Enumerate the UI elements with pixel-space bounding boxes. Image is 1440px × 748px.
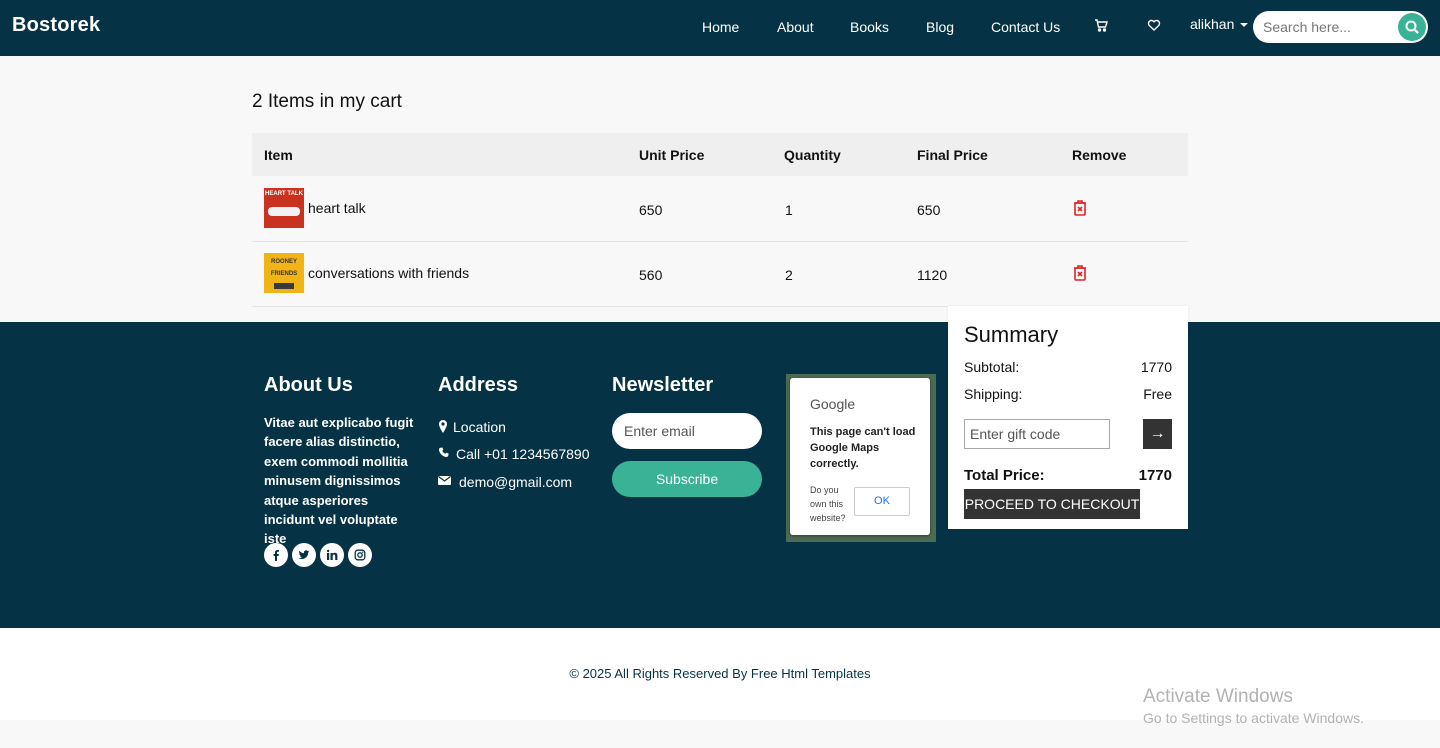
item-name[interactable]: heart talk (308, 200, 366, 216)
user-menu[interactable]: alikhan (1190, 16, 1249, 32)
copyright-text: © 2025 All Rights Reserved By Free Html … (569, 666, 871, 681)
phone-icon (438, 447, 449, 458)
trash-icon (1074, 200, 1086, 216)
final-price: 1120 (917, 267, 948, 283)
cover-graphic (274, 283, 294, 289)
remove-item-button[interactable] (1072, 199, 1088, 217)
book-cover-conversations[interactable]: ROONEY FRIENDS (264, 253, 304, 293)
cart-row: HEART TALK heart talk 650 1 650 (252, 176, 1188, 242)
search-button[interactable] (1398, 13, 1426, 41)
newsletter-email-field (612, 413, 762, 449)
item-name[interactable]: conversations with friends (308, 265, 469, 281)
cover-graphic (268, 207, 300, 216)
twitter-link[interactable] (292, 543, 316, 567)
newsletter-heading: Newsletter (612, 374, 714, 396)
phone-text: Call +01 1234567890 (456, 446, 590, 462)
facebook-icon (273, 550, 279, 561)
trash-icon (1074, 265, 1086, 281)
twitter-icon (298, 550, 310, 560)
header-item: Item (264, 147, 293, 163)
order-summary: Summary Subtotal: 1770 Shipping: Free → … (948, 306, 1188, 529)
user-name: alikhan (1190, 16, 1235, 32)
shipping-value: Free (1143, 386, 1172, 402)
total-label: Total Price: (964, 467, 1045, 484)
cart-row: ROONEY FRIENDS conversations with friend… (252, 241, 1188, 307)
windows-activation-watermark: Activate Windows Go to Settings to activ… (1143, 686, 1364, 726)
checkout-button[interactable]: PROCEED TO CHECKOUT (964, 489, 1140, 519)
cart-title: 2 Items in my cart (252, 91, 402, 112)
header-final-price: Final Price (917, 147, 988, 163)
envelope-icon (438, 476, 451, 485)
google-logo: Google (810, 396, 856, 412)
map-error-dialog: Google This page can't load Google Maps … (790, 378, 930, 535)
watermark-subtitle: Go to Settings to activate Windows. (1143, 710, 1364, 726)
unit-price: 560 (639, 267, 663, 283)
subscribe-button[interactable]: Subscribe (612, 461, 762, 497)
watermark-title: Activate Windows (1143, 686, 1293, 707)
gift-code-field (964, 419, 1110, 449)
cover-title: ROONEY FRIENDS (270, 259, 298, 277)
cover-title: HEART TALK (265, 191, 303, 197)
apply-gift-code-button[interactable]: → (1143, 419, 1172, 449)
final-price: 650 (917, 202, 941, 218)
newsletter-email-input[interactable] (624, 422, 752, 440)
email-text: demo@gmail.com (459, 474, 573, 490)
nav-link-about[interactable]: About (777, 19, 814, 35)
unit-price: 650 (639, 202, 663, 218)
search-icon (1405, 20, 1419, 34)
total-value: 1770 (1138, 467, 1172, 484)
nav-link-blog[interactable]: Blog (926, 19, 954, 35)
location-text: Location (453, 419, 506, 435)
arrow-right-icon: → (1149, 425, 1166, 442)
footer: About Us Vitae aut explicabo fugit facer… (0, 322, 1440, 628)
navbar: Bostorek Home About Books Blog Contact U… (0, 0, 1440, 56)
header-quantity: Quantity (784, 147, 841, 163)
linkedin-link[interactable] (320, 543, 344, 567)
linkedin-icon (326, 549, 338, 560)
brand-logo[interactable]: Bostorek (12, 14, 100, 37)
facebook-link[interactable] (264, 543, 288, 567)
address-heading: Address (438, 374, 519, 396)
quantity: 1 (785, 202, 793, 218)
book-cover-heart-talk[interactable]: HEART TALK (264, 188, 304, 228)
instagram-icon (354, 549, 366, 561)
map-question: Do you own this website? (810, 485, 846, 523)
search-input[interactable] (1263, 17, 1393, 37)
summary-title: Summary (964, 322, 1059, 347)
nav-link-home[interactable]: Home (702, 19, 739, 35)
remove-item-button[interactable] (1072, 264, 1088, 282)
heart-icon[interactable] (1147, 18, 1163, 34)
search-box (1253, 11, 1428, 43)
about-heading: About Us (264, 374, 353, 396)
nav-link-contact[interactable]: Contact Us (991, 19, 1060, 35)
address-phone[interactable]: Call +01 1234567890 (438, 446, 590, 462)
location-icon (439, 420, 447, 433)
subtotal-label: Subtotal: (964, 359, 1020, 375)
subtotal-value: 1770 (1140, 359, 1172, 375)
header-unit-price: Unit Price (639, 147, 705, 163)
map-error-message: This page can't load Google Maps correct… (810, 426, 916, 470)
map-embed[interactable]: Google This page can't load Google Maps … (786, 374, 936, 542)
caret-down-icon (1240, 23, 1249, 28)
header-remove: Remove (1072, 147, 1127, 163)
about-text: Vitae aut explicabo fugit facere alias d… (264, 415, 414, 547)
nav-link-books[interactable]: Books (850, 19, 889, 35)
gift-code-input[interactable] (970, 426, 1104, 442)
address-email[interactable]: demo@gmail.com (438, 474, 572, 490)
address-location[interactable]: Location (438, 419, 506, 435)
cart-icon[interactable] (1094, 18, 1110, 34)
map-ok-button[interactable]: OK (854, 487, 910, 516)
instagram-link[interactable] (348, 543, 372, 567)
quantity: 2 (785, 267, 793, 283)
cart-table-header: Item Unit Price Quantity Final Price Rem… (252, 133, 1188, 176)
shipping-label: Shipping: (964, 386, 1023, 402)
